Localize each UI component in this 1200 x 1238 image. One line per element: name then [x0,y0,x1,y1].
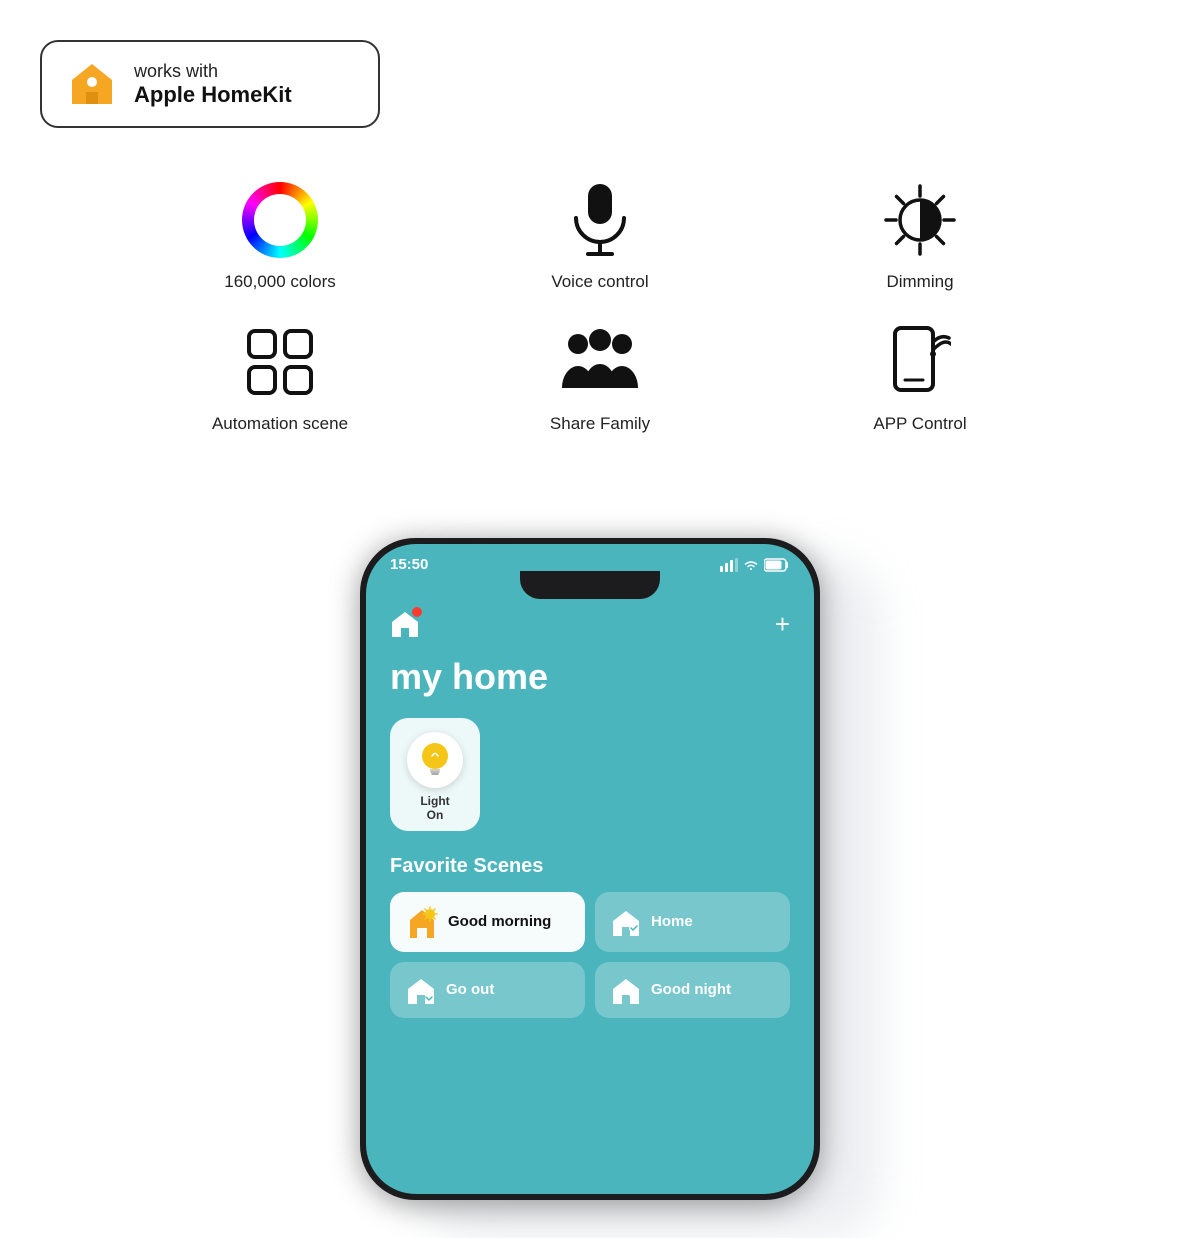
family-label: Share Family [550,414,650,434]
good-night-icon [611,976,641,1004]
notification-dot [412,607,422,617]
app-title: my home [390,656,790,698]
phone-notch [520,571,660,599]
scenes-title: Favorite Scenes [390,855,790,878]
good-morning-label: Good morning [448,913,551,930]
go-out-icon [406,976,436,1004]
color-wheel-icon [242,182,318,258]
automation-icon [240,322,320,402]
scene-good-night[interactable]: Good night [595,962,790,1018]
good-night-label: Good night [651,981,731,998]
home-icon-container[interactable] [390,609,420,637]
bulb-circle [407,732,463,788]
feature-dimming: Dimming [760,180,1080,292]
phone-frame: 15:50 [360,538,820,1200]
app-control-icon [880,322,960,402]
feature-voice: Voice control [440,180,760,292]
automation-label: Automation scene [212,414,348,434]
colors-icon [240,180,320,260]
homekit-badge: works with Apple HomeKit [40,40,380,128]
feature-family: Share Family [440,322,760,434]
microphone-icon [560,180,640,260]
dimming-label: Dimming [886,272,953,292]
app-content: + my home [366,601,814,1038]
scene-go-out[interactable]: Go out [390,962,585,1018]
app-label: APP Control [873,414,966,434]
homekit-works-label: works with [134,61,292,82]
scene-home[interactable]: Home [595,892,790,952]
signal-icon [720,558,738,572]
battery-icon [764,558,790,572]
homekit-icon [64,56,120,112]
dimming-icon [880,180,960,260]
phone-screen: 15:50 [366,544,814,1194]
status-bar: 15:50 [366,544,814,573]
home-label: Home [651,913,693,930]
app-header: + [390,601,790,640]
colors-label: 160,000 colors [224,272,336,292]
good-morning-icon [406,906,438,938]
device-label: Light On [420,794,449,823]
wifi-icon [743,559,759,571]
phone-mockup: 15:50 [360,538,840,1200]
feature-automation: Automation scene [120,322,440,434]
homekit-name-label: Apple HomeKit [134,82,292,108]
status-icons [720,558,790,572]
home-scene-icon [611,908,641,936]
voice-label: Voice control [551,272,648,292]
bulb-icon [418,741,452,779]
time-display: 15:50 [390,556,428,573]
go-out-label: Go out [446,981,494,998]
homekit-text: works with Apple HomeKit [134,61,292,108]
add-button[interactable]: + [775,609,790,640]
features-grid: 160,000 colors Voice control [80,180,1120,434]
scene-good-morning[interactable]: Good morning [390,892,585,952]
feature-colors: 160,000 colors [120,180,440,292]
feature-app: APP Control [760,322,1080,434]
scenes-grid: Good morning Home [390,892,790,1018]
device-card[interactable]: Light On [390,718,480,831]
family-icon [560,322,640,402]
